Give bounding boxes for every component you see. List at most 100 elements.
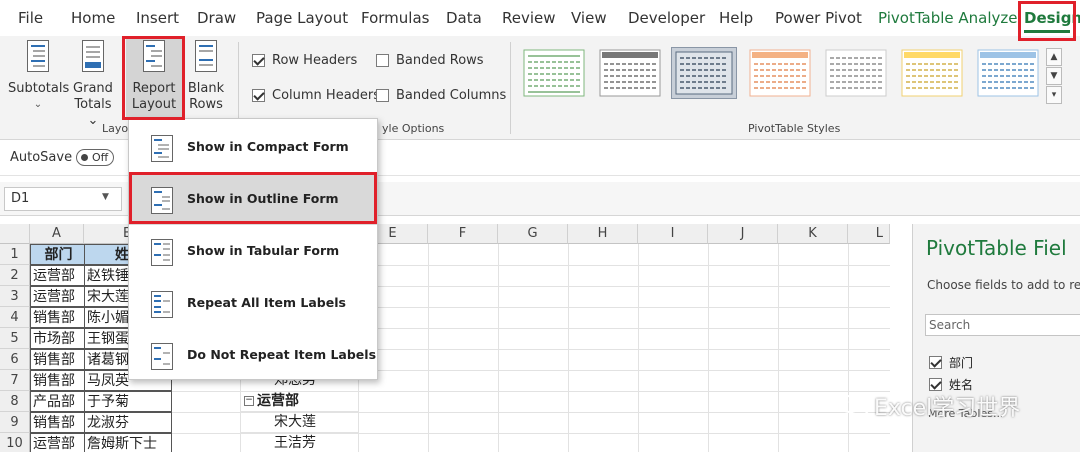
- field-search-input[interactable]: Search: [925, 314, 1080, 336]
- grand-totals-icon: [82, 40, 104, 72]
- tab-home[interactable]: Home: [71, 9, 115, 27]
- table-cell[interactable]: 运营部: [30, 265, 85, 286]
- subtotals-button[interactable]: Subtotals ⌄: [8, 40, 70, 113]
- pivot-group-cell[interactable]: − 运营部: [240, 391, 358, 412]
- table-cell[interactable]: 于予菊: [84, 391, 172, 412]
- active-tab-indicator: [1024, 30, 1070, 33]
- column-headers-checkbox[interactable]: Column Headers: [252, 88, 380, 103]
- row-header[interactable]: 10: [0, 433, 30, 452]
- grand-totals-label-1: Grand: [73, 81, 113, 96]
- style-thumbnail-selected-icon[interactable]: [671, 47, 737, 99]
- column-header[interactable]: K: [778, 224, 848, 244]
- field-label: 部门: [949, 356, 974, 370]
- checkbox-unchecked-icon: [376, 54, 389, 67]
- chevron-down-icon[interactable]: ▼: [102, 192, 109, 202]
- grand-totals-button[interactable]: Grand Totals ⌄: [70, 40, 116, 129]
- row-header[interactable]: 6: [0, 349, 30, 370]
- report-layout-button[interactable]: Report Layout ⌄: [126, 38, 182, 128]
- tab-page-layout[interactable]: Page Layout: [256, 9, 348, 27]
- menu-item-repeat-all-labels[interactable]: Repeat All Item Labels: [129, 279, 377, 329]
- table-cell[interactable]: 运营部: [30, 286, 85, 307]
- checkbox-checked-icon: [929, 356, 942, 369]
- style-thumbnail-gray-icon[interactable]: [598, 48, 662, 98]
- watermark: Excel学习世界: [838, 390, 1020, 422]
- row-header[interactable]: 9: [0, 412, 30, 433]
- column-header[interactable]: I: [638, 224, 708, 244]
- row-headers-checkbox[interactable]: Row Headers: [252, 53, 357, 68]
- pivot-group-label: 运营部: [257, 393, 299, 409]
- row-header[interactable]: 1: [0, 244, 30, 265]
- style-thumbnail-blue-icon[interactable]: [976, 48, 1040, 98]
- row-header[interactable]: 5: [0, 328, 30, 349]
- table-cell[interactable]: 运营部: [30, 433, 85, 452]
- collapse-minus-icon[interactable]: −: [244, 396, 254, 406]
- style-thumbnail-orange-icon[interactable]: [748, 48, 812, 98]
- pivot-item-cell[interactable]: 王洁芳: [240, 433, 358, 452]
- column-header[interactable]: L: [848, 224, 890, 244]
- menu-item-tabular-form[interactable]: Show in Tabular Form: [129, 227, 377, 277]
- tab-file[interactable]: File: [18, 9, 43, 27]
- subtotals-label: Subtotals: [8, 81, 70, 96]
- field-item[interactable]: 部门: [929, 354, 973, 371]
- banded-rows-label: Banded Rows: [396, 53, 484, 68]
- checkbox-checked-icon: [252, 89, 265, 102]
- tab-formulas[interactable]: Formulas: [361, 9, 429, 27]
- wechat-icon: [839, 395, 869, 417]
- grid-line: [568, 244, 569, 452]
- column-header[interactable]: H: [568, 224, 638, 244]
- pivottable-styles-group-label: PivotTable Styles: [748, 122, 841, 135]
- column-header[interactable]: J: [708, 224, 778, 244]
- tab-data[interactable]: Data: [446, 9, 482, 27]
- pivot-item-cell[interactable]: 宋大莲: [240, 412, 358, 433]
- row-header[interactable]: 3: [0, 286, 30, 307]
- autosave-toggle[interactable]: Off: [76, 149, 114, 166]
- row-header[interactable]: 4: [0, 307, 30, 328]
- table-cell[interactable]: 销售部: [30, 349, 85, 370]
- ribbon-separator: [510, 42, 511, 134]
- pane-title: PivotTable Fiel: [926, 236, 1067, 260]
- tab-design[interactable]: Design: [1024, 9, 1080, 27]
- menu-item-do-not-repeat-labels[interactable]: Do Not Repeat Item Labels: [129, 331, 377, 381]
- table-cell[interactable]: 销售部: [30, 307, 85, 328]
- report-layout-label-1: Report: [132, 81, 176, 96]
- no-repeat-labels-icon: [151, 343, 173, 370]
- tab-help[interactable]: Help: [719, 9, 753, 27]
- table-cell[interactable]: 产品部: [30, 391, 85, 412]
- table-cell[interactable]: 市场部: [30, 328, 85, 349]
- row-header[interactable]: 2: [0, 265, 30, 286]
- menu-item-outline-form[interactable]: Show in Outline Form: [129, 175, 377, 225]
- column-headers-label: Column Headers: [272, 88, 381, 103]
- table-cell[interactable]: 销售部: [30, 412, 85, 433]
- table-cell[interactable]: 詹姆斯下士: [84, 433, 172, 452]
- tab-pivottable-analyze[interactable]: PivotTable Analyze: [878, 9, 1017, 27]
- style-options-group-label: yle Options: [382, 122, 445, 135]
- blank-rows-button[interactable]: Blank Rows ⌄: [184, 40, 228, 129]
- style-thumbnail-yellow-icon[interactable]: [900, 48, 964, 98]
- menu-item-compact-form[interactable]: Show in Compact Form: [129, 123, 377, 173]
- tab-draw[interactable]: Draw: [197, 9, 236, 27]
- autosave-label: AutoSave: [10, 150, 73, 165]
- select-all-corner[interactable]: [0, 224, 30, 244]
- banded-columns-checkbox[interactable]: Banded Columns: [376, 88, 506, 103]
- table-cell[interactable]: 销售部: [30, 370, 85, 391]
- tab-developer[interactable]: Developer: [628, 9, 705, 27]
- tab-power-pivot[interactable]: Power Pivot: [775, 9, 862, 27]
- column-header[interactable]: G: [498, 224, 568, 244]
- layout-group-label: Layo: [102, 122, 129, 135]
- tab-view[interactable]: View: [571, 9, 607, 27]
- tab-insert[interactable]: Insert: [136, 9, 179, 27]
- style-thumbnail-light-gray-icon[interactable]: [824, 48, 888, 98]
- gallery-more-icon[interactable]: ▾: [1046, 86, 1062, 104]
- grid-line: [498, 244, 499, 452]
- gallery-scroll-up-icon[interactable]: ▲: [1046, 48, 1062, 66]
- row-header[interactable]: 8: [0, 391, 30, 412]
- style-thumbnail-green-icon[interactable]: [522, 48, 586, 98]
- row-header[interactable]: 7: [0, 370, 30, 391]
- tab-review[interactable]: Review: [502, 9, 556, 27]
- column-header[interactable]: F: [428, 224, 498, 244]
- gallery-scroll-down-icon[interactable]: ▼: [1046, 67, 1062, 85]
- table-cell[interactable]: 部门: [30, 244, 85, 265]
- column-header[interactable]: A: [30, 224, 84, 244]
- banded-rows-checkbox[interactable]: Banded Rows: [376, 53, 484, 68]
- table-cell[interactable]: 龙淑芬: [84, 412, 172, 433]
